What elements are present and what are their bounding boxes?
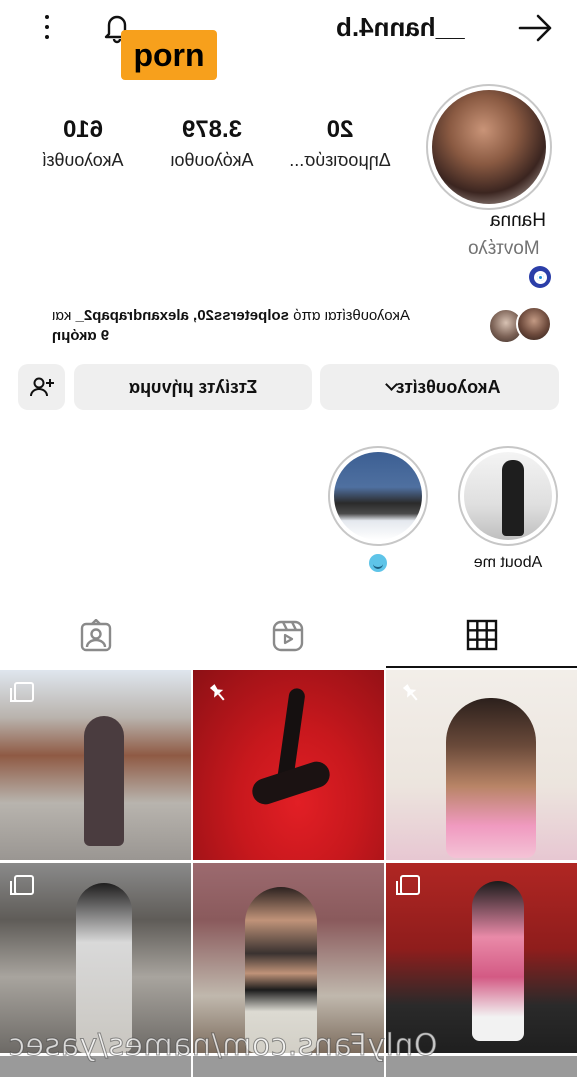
highlight-label: About me <box>473 554 543 571</box>
profile-name: Hanna <box>490 210 546 231</box>
tab-grid[interactable] <box>386 604 577 668</box>
post-thumbnail[interactable] <box>0 863 191 1053</box>
profile-avatar[interactable] <box>426 84 552 210</box>
porn-badge: porn <box>121 30 217 80</box>
stat-posts[interactable]: 20 Δημοσιεύσ... <box>278 116 402 171</box>
top-bar: porn __hann4.b <box>0 0 577 80</box>
stat-posts-count: 20 <box>326 116 354 143</box>
highlight-image <box>464 452 552 540</box>
pin-icon <box>209 684 225 701</box>
followed-by-prefix: Ακολουθείται από <box>288 307 410 324</box>
message-button-label: Στείλτε μήνυμα <box>128 376 258 397</box>
more-vertical-icon[interactable] <box>34 12 60 42</box>
arrow-right-icon[interactable] <box>517 12 555 44</box>
highlight-ring <box>328 446 428 546</box>
add-user-button[interactable] <box>18 364 65 410</box>
followed-by-names: solpeterss20, alexandrapap2_ <box>75 307 289 324</box>
person-add-icon <box>29 377 54 397</box>
post-thumbnail[interactable] <box>0 670 191 860</box>
post-grid <box>0 670 577 1077</box>
post-thumbnail[interactable] <box>193 863 384 1053</box>
post-thumbnail[interactable] <box>386 670 577 860</box>
followed-by-text[interactable]: Ακολουθείται από solpeterss20, alexandra… <box>52 306 482 346</box>
followed-by-more: 9 ακόμη <box>52 327 110 344</box>
highlight-smile[interactable] <box>328 446 428 577</box>
profile-tabs <box>0 604 577 668</box>
highlight-image <box>334 452 422 540</box>
reels-icon <box>272 620 304 652</box>
stat-following-count: 610 <box>62 116 104 143</box>
multiple-photos-icon <box>10 682 34 702</box>
follower-avatar <box>516 306 552 342</box>
watermark-text: OnlyFans.com/names/yasec <box>8 1028 439 1064</box>
tab-tagged[interactable] <box>0 604 192 668</box>
stat-following[interactable]: 610 Ακολουθεί <box>26 116 140 171</box>
highlight-about-me[interactable]: About me <box>458 446 558 574</box>
stat-followers[interactable]: 3.879 Ακόλουθοι <box>158 116 266 171</box>
following-button[interactable]: Ακολουθείτε <box>320 364 559 410</box>
tagged-icon <box>80 619 112 652</box>
stat-posts-label: Δημοσιεύσ... <box>289 150 391 170</box>
smiling-face-icon <box>369 554 387 572</box>
post-image-subject <box>84 716 124 846</box>
followed-by-avatars[interactable] <box>486 306 554 346</box>
highlight-ring <box>458 446 558 546</box>
stat-followers-count: 3.879 <box>181 116 243 143</box>
grid-icon <box>466 619 497 651</box>
post-image-subject <box>472 881 524 1041</box>
stat-following-label: Ακολουθεί <box>42 150 124 170</box>
evil-eye-icon <box>529 266 551 288</box>
tab-reels[interactable] <box>192 604 384 668</box>
profile-username: __hann4.b <box>336 12 465 42</box>
post-image-subject <box>446 698 536 858</box>
stat-followers-label: Ακόλουθοι <box>170 150 254 170</box>
following-button-label: Ακολουθείτε <box>395 376 501 397</box>
multiple-photos-icon <box>396 875 420 895</box>
followed-by-suffix: και <box>52 307 76 324</box>
profile-category: Μοντέλο <box>468 238 540 259</box>
multiple-photos-icon <box>10 875 34 895</box>
avatar-image <box>432 90 546 204</box>
post-thumbnail[interactable] <box>386 863 577 1053</box>
message-button[interactable]: Στείλτε μήνυμα <box>74 364 312 410</box>
pin-icon <box>402 684 418 701</box>
post-thumbnail[interactable] <box>193 670 384 860</box>
